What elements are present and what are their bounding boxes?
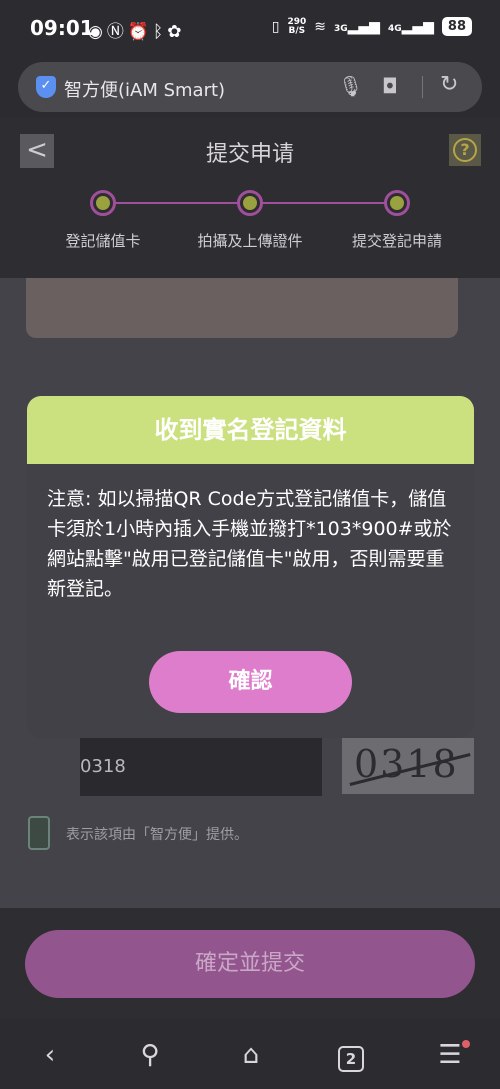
reload-icon[interactable]: ↻ xyxy=(440,72,458,97)
captcha-input-value: 0318 xyxy=(80,756,126,777)
app-header: < 提交申请 ? 登記儲值卡 拍攝及上傳證件 提交登記申請 xyxy=(0,118,500,278)
confirm-button[interactable]: 確認 xyxy=(149,651,352,713)
id-photo-preview xyxy=(26,278,458,338)
step-dot-2 xyxy=(237,190,263,216)
home-icon[interactable]: ⌂ xyxy=(231,1040,271,1070)
phone-icon xyxy=(28,816,50,850)
nfc-icon: Ⓝ xyxy=(106,22,128,42)
question-icon: ? xyxy=(453,138,477,162)
eye-icon: ◉ xyxy=(88,22,107,42)
url-bar[interactable]: ✓ 智方便(iAM Smart) 🎙 ◘ ↻ xyxy=(18,62,482,112)
signal-3g: 3G▂▄▆ xyxy=(333,18,380,35)
step-label-3: 提交登記申請 xyxy=(351,232,442,250)
submit-area: 確定並提交 xyxy=(0,908,500,1018)
url-divider xyxy=(422,76,423,98)
status-time: 09:01 xyxy=(30,16,94,40)
bluetooth-icon: ᛒ xyxy=(153,22,168,42)
search-icon[interactable]: ⚲ xyxy=(130,1040,170,1070)
tabs-button[interactable]: 2 xyxy=(338,1046,364,1072)
submit-button[interactable]: 確定並提交 xyxy=(25,930,475,998)
url-text[interactable]: 智方便(iAM Smart) xyxy=(64,76,225,102)
page-title: 提交申请 xyxy=(205,142,294,167)
app-icon: ✿ xyxy=(167,22,186,42)
step-label-2: 拍攝及上傳證件 xyxy=(197,232,303,250)
browser-bottom-nav: ‹ ⚲ ⌂ 2 ☰ xyxy=(0,1018,500,1089)
vibrate-icon: ▯ xyxy=(271,18,280,35)
help-button[interactable]: ? xyxy=(449,134,481,166)
step-dot-1 xyxy=(90,190,116,216)
provided-by-note: 表示該項由「智方便」提供。 xyxy=(66,827,248,843)
captcha-image[interactable]: 0318 xyxy=(342,738,474,794)
signal-4g: 4G▂▄▆ xyxy=(387,18,434,35)
status-right-icons: ▯ 290 B/S ≋ 3G▂▄▆ 4G▂▄▆ 88 xyxy=(272,17,472,36)
nav-back-icon[interactable]: ‹ xyxy=(30,1040,70,1070)
captcha-input[interactable]: 0318 xyxy=(80,738,322,796)
battery-icon: 88 xyxy=(441,17,472,36)
camera-icon[interactable]: ◘ xyxy=(382,74,398,98)
status-left-icons: ◉Ⓝ⏰ᛒ✿ xyxy=(88,17,185,42)
shield-check-icon: ✓ xyxy=(36,76,56,98)
wifi-icon: ≋ xyxy=(314,18,326,35)
microphone-icon[interactable]: 🎙 xyxy=(338,74,363,98)
net-speed: 290 B/S xyxy=(287,16,307,36)
dialog-title: 收到實名登記資料 xyxy=(27,396,474,464)
status-bar: 09:01 ◉Ⓝ⏰ᛒ✿ ▯ 290 B/S ≋ 3G▂▄▆ 4G▂▄▆ 88 xyxy=(0,0,500,58)
alarm-icon: ⏰ xyxy=(127,22,154,42)
dialog-message: 注意: 如以掃描QR Code方式登記儲值卡，儲值卡須於1小時內插入手機並撥打*… xyxy=(47,488,452,600)
registration-received-dialog: 收到實名登記資料 注意: 如以掃描QR Code方式登記儲值卡，儲值卡須於1小時… xyxy=(27,396,474,738)
notification-dot xyxy=(462,1040,470,1048)
browser-toolbar: ✓ 智方便(iAM Smart) 🎙 ◘ ↻ xyxy=(0,58,500,118)
step-dot-3 xyxy=(384,190,410,216)
step-label-1: 登記儲值卡 xyxy=(65,232,141,250)
